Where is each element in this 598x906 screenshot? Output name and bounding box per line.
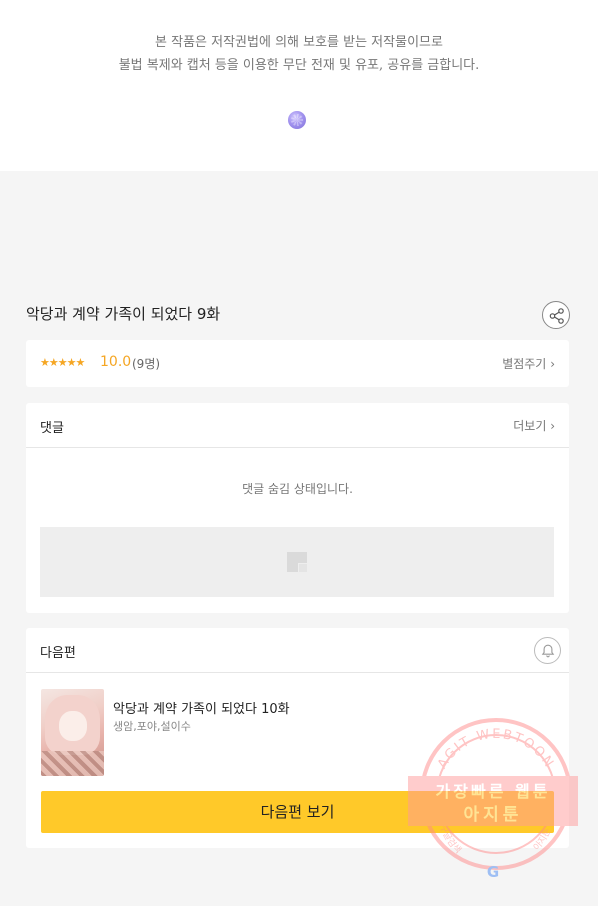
share-icon bbox=[549, 308, 564, 324]
episode-title: 악당과 계약 가족이 되었다 9화 bbox=[26, 305, 221, 323]
notify-button[interactable] bbox=[534, 637, 561, 664]
rating-card: ★★★★★ 10.0 (9명) 별점주기 › bbox=[26, 340, 569, 387]
next-episode-heading: 다음편 bbox=[40, 646, 76, 661]
share-button[interactable] bbox=[542, 301, 570, 329]
rating-count: (9명) bbox=[132, 357, 161, 371]
copyright-line-1: 본 작품은 저작권법에 의해 보호를 받는 저작물이므로 bbox=[155, 35, 443, 50]
chevron-right-icon: › bbox=[550, 419, 555, 433]
watermark-arc-text: AGIT WEBTOON bbox=[435, 727, 555, 772]
next-episode-authors: 생암,포야,설이수 bbox=[113, 720, 191, 733]
rate-label: 별점주기 bbox=[502, 357, 547, 371]
chevron-right-icon: › bbox=[550, 357, 555, 371]
bell-icon bbox=[541, 644, 555, 658]
svg-text:구글검색: 구글검색 bbox=[437, 823, 463, 856]
comments-hidden-message: 댓글 숨김 상태입니다. bbox=[242, 482, 353, 496]
watermark-bottom-left: 구글검색 bbox=[437, 823, 463, 856]
comment-placeholder bbox=[40, 527, 554, 597]
comments-card: 댓글 더보기 › 댓글 숨김 상태입니다. bbox=[26, 403, 569, 613]
rating-stars: ★★★★★ bbox=[40, 356, 85, 369]
more-label: 더보기 bbox=[513, 419, 547, 433]
copyright-line-2: 불법 복제와 캡처 등을 이용한 무단 전재 및 유포, 공유를 금합니다. bbox=[118, 58, 480, 73]
copyright-text: 본 작품은 저작권법에 의해 보호를 받는 저작물이므로 불법 복제와 캡처 등… bbox=[0, 31, 598, 77]
rate-button[interactable]: 별점주기 › bbox=[502, 355, 555, 372]
comments-header: 댓글 더보기 › bbox=[26, 403, 569, 448]
next-episode-header: 다음편 bbox=[26, 628, 569, 673]
watermark-bottom-right: 아지툰 bbox=[531, 827, 553, 853]
next-episode-title[interactable]: 악당과 계약 가족이 되었다 10화 bbox=[113, 698, 290, 717]
comments-title: 댓글 bbox=[40, 421, 64, 436]
watermark-line-2: 아지툰 bbox=[463, 805, 523, 825]
placeholder-image-icon bbox=[287, 552, 307, 572]
watermark-line-1: 가장빠른 웹툰 bbox=[435, 782, 551, 801]
next-episode-thumbnail[interactable] bbox=[41, 689, 104, 776]
copyright-notice: 본 작품은 저작권법에 의해 보호를 받는 저작물이므로 불법 복제와 캡처 등… bbox=[0, 0, 598, 171]
svg-text:아지툰: 아지툰 bbox=[531, 827, 553, 853]
google-logo-icon: G bbox=[487, 863, 499, 881]
svg-text:AGIT WEBTOON: AGIT WEBTOON bbox=[435, 727, 557, 772]
watermark-stamp: AGIT WEBTOON 구글검색 아지툰 G 가장빠른 웹툰 아지툰 bbox=[408, 718, 578, 883]
comments-more-button[interactable]: 더보기 › bbox=[513, 417, 555, 434]
gem-icon bbox=[288, 111, 306, 129]
rating-score: 10.0 bbox=[100, 354, 132, 370]
